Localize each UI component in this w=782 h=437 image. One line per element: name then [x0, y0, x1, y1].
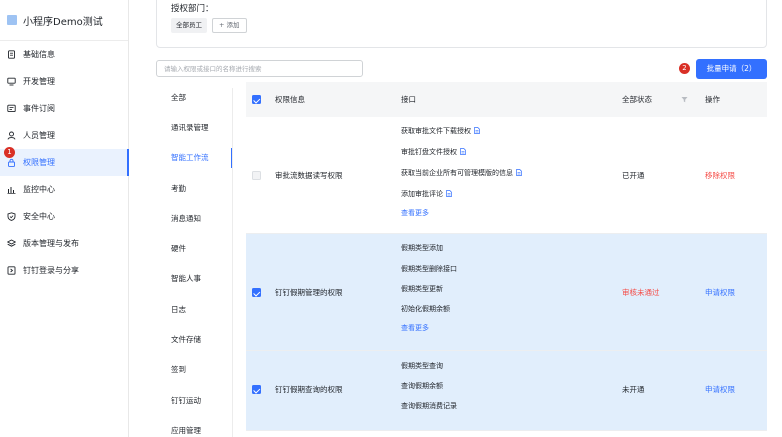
user-icon — [7, 131, 16, 140]
permission-name: 钉钉假期查询的权限 — [275, 385, 343, 394]
lock-icon — [7, 158, 16, 167]
category-item[interactable]: 日志 — [156, 294, 233, 324]
auth-department-title: 授权部门： — [171, 4, 214, 14]
api-item: 假期类型删除接口 — [401, 265, 457, 273]
divider — [232, 88, 233, 437]
document-icon — [7, 50, 16, 59]
status-text: 审核未通过 — [622, 288, 660, 297]
permission-name: 审批流数据读写权限 — [275, 171, 343, 180]
bar-chart-icon — [7, 185, 16, 194]
select-all-checkbox[interactable] — [252, 95, 261, 104]
sidebar-item-label: 开发管理 — [23, 77, 55, 86]
sidebar-item-people[interactable]: 人员管理 — [0, 122, 128, 149]
sidebar-item-label: 监控中心 — [23, 185, 55, 194]
sidebar-item-permissions[interactable]: 1 权限管理 — [0, 147, 129, 176]
filter-icon[interactable] — [681, 96, 688, 105]
category-item[interactable]: 全部 — [156, 82, 233, 112]
department-tag[interactable]: 全部员工 — [171, 18, 207, 33]
api-item: 获取当前企业所有可管理模版的信息 — [401, 168, 522, 178]
sidebar-item-basic-info[interactable]: 基础信息 — [0, 41, 128, 68]
category-item[interactable]: 文件存储 — [156, 324, 233, 354]
sidebar: 小程序Demo测试 基础信息 开发管理 事件订阅 人员管理 1 权限管理 监控中… — [0, 0, 129, 437]
app-name: 小程序Demo测试 — [23, 16, 103, 28]
sidebar-item-security[interactable]: 安全中心 — [0, 203, 128, 230]
category-item[interactable]: 签到 — [156, 355, 233, 385]
sidebar-nav: 基础信息 开发管理 事件订阅 人员管理 1 权限管理 监控中心 安全中心 版本管… — [0, 41, 129, 284]
row-checkbox — [252, 171, 261, 180]
sidebar-item-monitor[interactable]: 监控中心 — [0, 176, 128, 203]
doc-icon[interactable] — [446, 190, 452, 199]
category-item[interactable]: 通讯录管理 — [156, 112, 233, 142]
step-badge: 2 — [679, 63, 690, 74]
sidebar-item-label: 权限管理 — [23, 158, 55, 167]
permission-name: 钉钉假期管理的权限 — [275, 288, 343, 297]
login-icon — [7, 266, 16, 275]
add-department-button[interactable]: + 添加 — [212, 18, 247, 33]
category-list: 全部 通讯录管理 智能工作流 考勤 消息通知 硬件 智能人事 日志 文件存储 签… — [156, 82, 233, 437]
batch-apply-button[interactable]: 批量申请（2） — [696, 59, 767, 79]
message-icon — [7, 104, 16, 113]
header-action: 操作 — [705, 95, 720, 104]
api-item: 审批钉盘文件授权 — [401, 147, 466, 157]
category-item[interactable]: 钉钉运动 — [156, 385, 233, 415]
sidebar-item-label: 钉钉登录与分享 — [23, 266, 79, 275]
category-item[interactable]: 考勤 — [156, 173, 233, 203]
shield-icon — [7, 212, 16, 221]
api-item: 添加审批评论 — [401, 189, 452, 199]
api-item: 获取审批文件下载授权 — [401, 126, 480, 136]
apply-permission-link[interactable]: 申请权限 — [705, 287, 735, 298]
doc-icon[interactable] — [474, 127, 480, 136]
sidebar-item-label: 安全中心 — [23, 212, 55, 221]
app-logo — [7, 15, 17, 25]
search-input[interactable] — [156, 60, 363, 77]
status-text: 已开通 — [622, 171, 645, 180]
header-permission: 权限信息 — [275, 95, 305, 104]
step-badge: 1 — [4, 147, 15, 158]
main-content: 授权部门： 全部员工 + 添加 2 批量申请（2） 全部 通讯录管理 智能工作流… — [129, 0, 782, 437]
api-item: 查询假期消费记录 — [401, 402, 457, 410]
category-item[interactable]: 硬件 — [156, 233, 233, 263]
doc-icon[interactable] — [460, 148, 466, 157]
api-item: 假期类型查询 — [401, 362, 443, 370]
header-api: 接口 — [401, 95, 416, 104]
table-row: 审批流数据读写权限 获取审批文件下载授权 审批钉盘文件授权 获取当前企业所有可管… — [246, 117, 767, 234]
sidebar-item-label: 基础信息 — [23, 50, 55, 59]
category-item[interactable]: 智能人事 — [156, 264, 233, 294]
monitor-icon — [7, 77, 16, 86]
sidebar-item-label: 事件订阅 — [23, 104, 55, 113]
category-item[interactable]: 消息通知 — [156, 203, 233, 233]
category-item-active[interactable]: 智能工作流 — [156, 143, 233, 173]
doc-icon[interactable] — [516, 169, 522, 178]
table-header: 权限信息 接口 全部状态 操作 — [246, 82, 767, 117]
view-more-link[interactable]: 查看更多 — [401, 208, 429, 218]
view-more-link[interactable]: 查看更多 — [401, 323, 429, 333]
apply-permission-link[interactable]: 申请权限 — [705, 384, 735, 395]
status-text: 未开通 — [622, 385, 645, 394]
header-status[interactable]: 全部状态 — [622, 82, 652, 117]
table-row: 钉钉假期查询的权限 假期类型查询 查询假期余额 查询假期消费记录 未开通 申请权… — [246, 351, 767, 431]
sidebar-item-label: 版本管理与发布 — [23, 239, 79, 248]
sidebar-item-events[interactable]: 事件订阅 — [0, 95, 128, 122]
row-checkbox[interactable] — [252, 288, 261, 297]
api-item: 假期类型更新 — [401, 285, 443, 293]
app-header: 小程序Demo测试 — [0, 0, 128, 41]
row-checkbox[interactable] — [252, 385, 261, 394]
auth-department-panel: 授权部门： 全部员工 + 添加 — [156, 0, 767, 48]
table-row: 钉钉假期管理的权限 假期类型添加 假期类型删除接口 假期类型更新 初始化假期余额… — [246, 234, 767, 351]
layers-icon — [7, 239, 16, 248]
remove-permission-link[interactable]: 移除权限 — [705, 170, 735, 181]
category-item[interactable]: 应用管理 — [156, 415, 233, 437]
sidebar-item-login-share[interactable]: 钉钉登录与分享 — [0, 257, 128, 284]
api-item: 初始化假期余额 — [401, 305, 450, 313]
api-item: 查询假期余额 — [401, 382, 443, 390]
sidebar-item-versions[interactable]: 版本管理与发布 — [0, 230, 128, 257]
sidebar-item-dev[interactable]: 开发管理 — [0, 68, 128, 95]
sidebar-item-label: 人员管理 — [23, 131, 55, 140]
api-item: 假期类型添加 — [401, 244, 443, 252]
permission-table: 权限信息 接口 全部状态 操作 审批流数据读写权限 获取审批文件下载授权 审批钉… — [246, 82, 767, 431]
